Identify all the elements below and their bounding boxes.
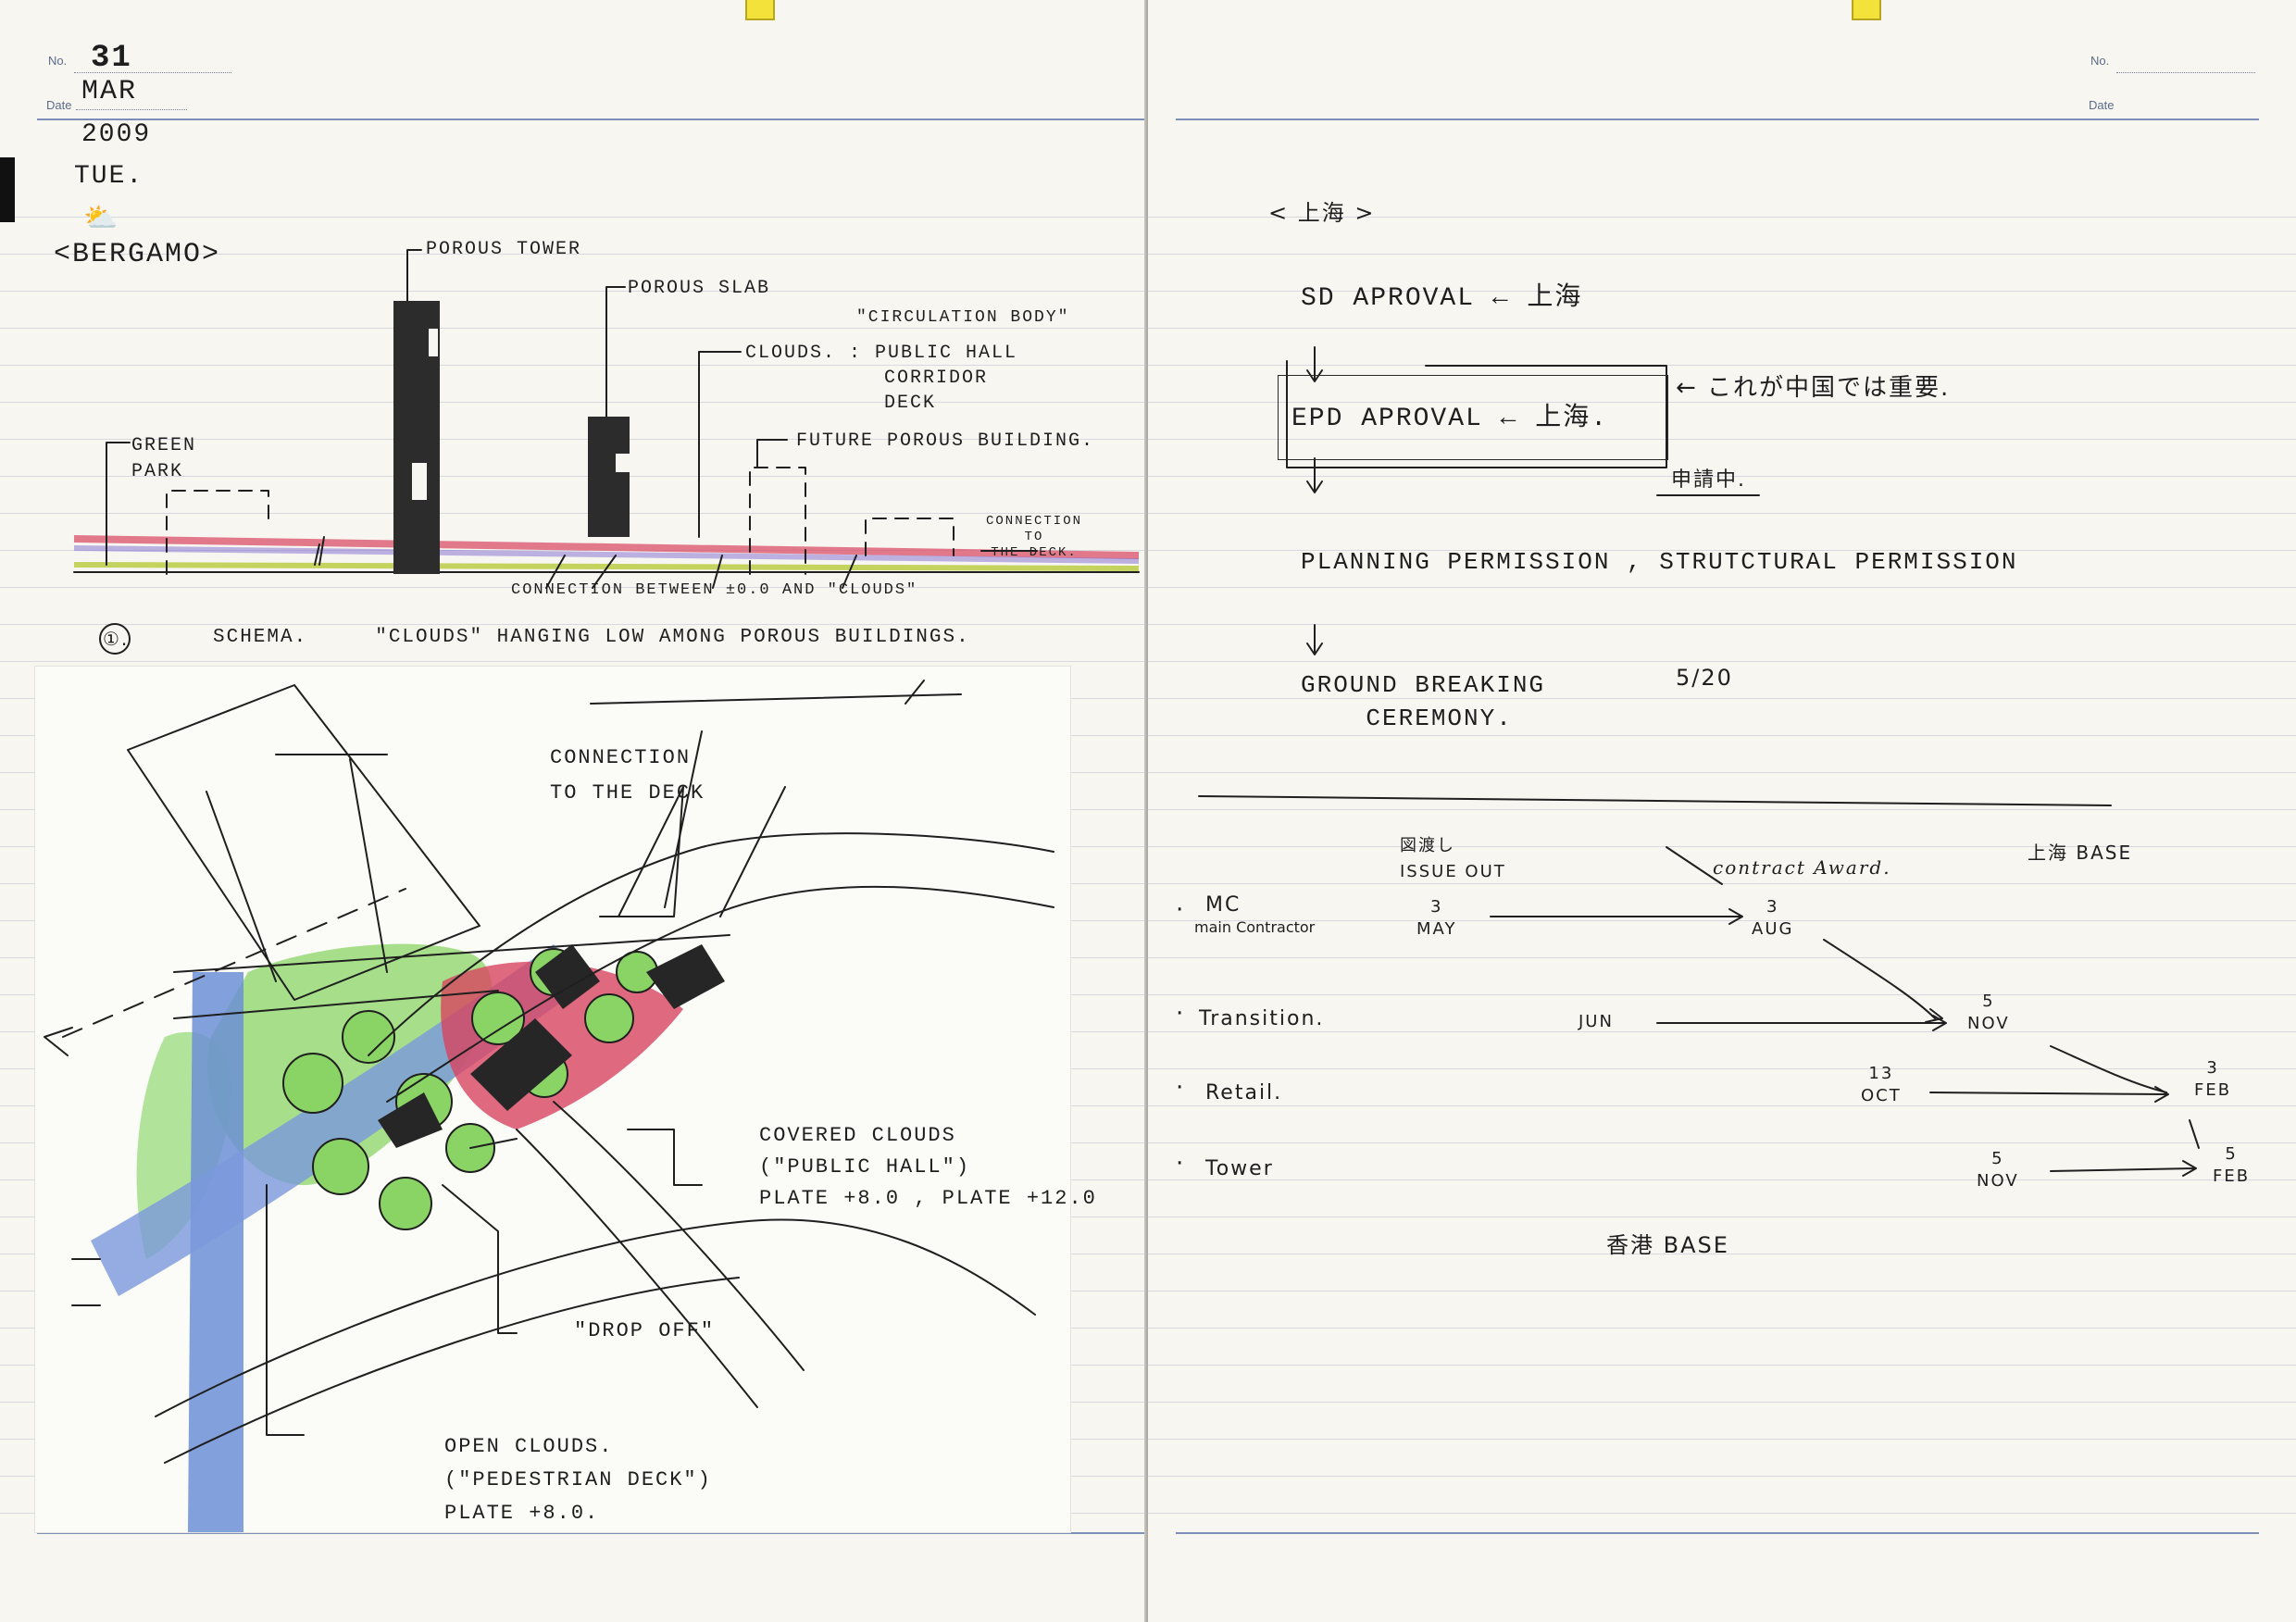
issue-out-label: 図渡し ISSUE OUT (1400, 836, 1506, 881)
schedule-row-start: 5 NOV (1977, 1149, 2019, 1191)
label-porous-tower: POROUS TOWER (426, 239, 582, 260)
schedule-row-end: 5 NOV (1967, 992, 2010, 1033)
schedule-row-end: 3 AUG (1752, 897, 1794, 939)
label-circulation-body: "CIRCULATION BODY" (856, 308, 1070, 327)
label-deck: DECK (884, 393, 937, 414)
label-clouds: CLOUDS. : PUBLIC HALL (745, 343, 1018, 364)
label-connection-between: CONNECTION BETWEEN ±0.0 AND "CLOUDS" (511, 581, 918, 599)
bullet-icon: · (1176, 1000, 1186, 1028)
schedule-row-sublabel: main Contractor (1194, 918, 1316, 936)
contract-award-label: contract Award. (1713, 856, 1891, 879)
schedule-row-start: 3 MAY (1416, 897, 1457, 939)
bullet-icon: · (1176, 1150, 1186, 1178)
bullet-icon: · (1176, 896, 1186, 924)
hongkong-base-label: 香港 BASE (1606, 1232, 1729, 1258)
bullet-icon: · (1176, 1074, 1186, 1102)
schedule-row-end: 5 FEB (2213, 1144, 2251, 1186)
label-corridor: CORRIDOR (884, 368, 989, 389)
label-connection-to-deck: CONNECTION TO THE DECK (550, 746, 705, 805)
ground-breaking-ceremony: GROUND BREAKING CEREMONY. (1301, 671, 1546, 732)
label-covered-clouds: COVERED CLOUDS ("PUBLIC HALL") PLATE +8.… (759, 1124, 1097, 1210)
label-porous-slab: POROUS SLAB (628, 278, 771, 299)
schedule-row-label: Transition. (1199, 1007, 1325, 1030)
schedule-row-label: Tower (1205, 1157, 1274, 1180)
label-open-clouds: OPEN CLOUDS. ("PEDESTRIAN DECK") PLATE +… (444, 1435, 712, 1525)
schedule-row-start: JUN (1578, 1012, 1614, 1031)
schedule-row-start: 13 OCT (1861, 1064, 1902, 1105)
schedule-row-end: 3 FEB (2194, 1058, 2232, 1100)
caption-number: ①. (103, 628, 130, 650)
planning-permission: PLANNING PERMISSION , STRUTCTURAL PERMIS… (1301, 548, 2018, 576)
label-future-building: FUTURE POROUS BUILDING. (796, 430, 1095, 452)
epd-approval: EPD APROVAL ← 上海. (1292, 405, 1609, 433)
ground-breaking-date: 5/20 (1676, 665, 1733, 691)
label-connection-deck: CONNECTION TO THE DECK. (986, 514, 1083, 560)
label-drop-off: "DROP OFF" (574, 1319, 716, 1342)
schedule-row-label: MC (1205, 893, 1242, 917)
note-important-in-china: ← これが中国では重要. (1676, 374, 1951, 402)
under-application: 申請中. (1671, 468, 1746, 492)
right-notebook-page: No. Date < 上海 > SD APROVAL ← 上海 EPD APRO… (1148, 0, 2296, 1622)
schedule-row-label: Retail. (1205, 1081, 1283, 1104)
schema-caption: SCHEMA. "CLOUDS" HANGING LOW AMONG POROU… (213, 627, 970, 648)
left-notebook-page: No. Date 31 MAR 2009 TUE. ⛅ <BERGAMO> PO… (0, 0, 1152, 1622)
approval-flow-diagram (1198, 346, 2200, 1177)
label-green-park: GREEN PARK (131, 435, 197, 482)
shanghai-base-label: 上海 BASE (2028, 842, 2133, 864)
